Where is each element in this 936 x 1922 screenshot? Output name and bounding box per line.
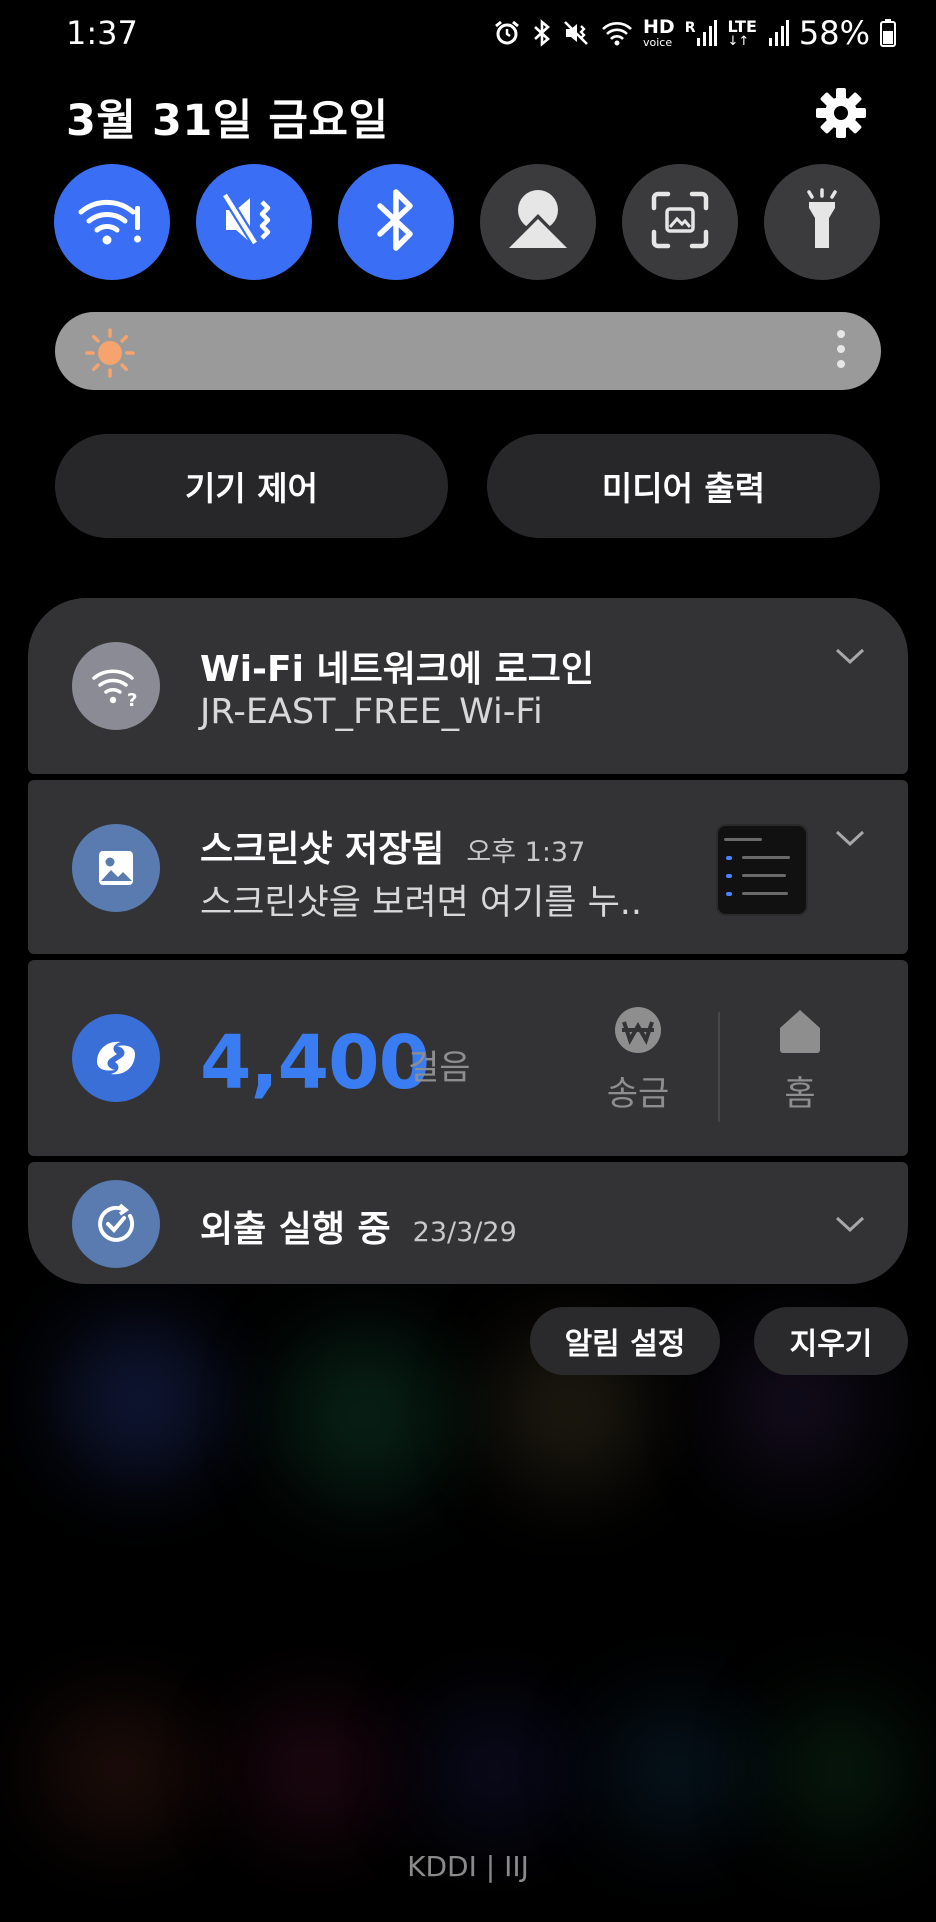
media-output-button[interactable]: 미디어 출력	[487, 434, 880, 538]
status-bar: 1:37 HD voice R LTE ↓↑ R 58%	[0, 0, 936, 70]
sun-icon	[83, 326, 137, 384]
date-label: 3월 31일 금요일	[66, 96, 389, 146]
signal-icon-2: R	[767, 20, 789, 46]
device-control-button[interactable]: 기기 제어	[55, 434, 448, 538]
notification-title-row: 외출 실행 중 23/3/29	[200, 1200, 517, 1252]
wifi-alert-icon	[77, 190, 147, 254]
wifi-question-icon: ?	[72, 642, 160, 730]
notification-time: 오후 1:37	[466, 837, 586, 868]
background-glow	[280, 1330, 450, 1500]
svg-text:?: ?	[127, 690, 137, 708]
flashlight-icon	[797, 188, 847, 256]
quick-settings-tiles	[54, 164, 880, 280]
home-label: 홈	[784, 1074, 816, 1114]
background-glow	[770, 1700, 910, 1840]
routine-icon	[72, 1180, 160, 1268]
data-arrows-icon: ↓↑	[727, 33, 750, 49]
signal-icon: R	[685, 20, 718, 46]
lte-label: LTE ↓↑	[727, 16, 757, 49]
won-icon	[614, 1007, 662, 1058]
wifi-tile[interactable]	[54, 164, 170, 280]
notification-subtitle: 스크린샷을 보려면 여기를 누..	[200, 883, 643, 923]
routine-notification[interactable]: 외출 실행 중 23/3/29	[28, 1162, 908, 1284]
voice-label: voice	[643, 36, 673, 49]
roaming-label: R	[684, 20, 696, 36]
bluetooth-icon	[531, 19, 553, 47]
image-icon	[72, 824, 160, 912]
status-time: 1:37	[66, 14, 138, 52]
background-glow	[600, 1700, 750, 1840]
mute-tile[interactable]	[196, 164, 312, 280]
chevron-down-icon[interactable]	[834, 1214, 866, 1238]
notification-title: Wi-Fi 네트워크에 로그인	[200, 649, 594, 690]
home-icon	[776, 1010, 824, 1058]
background-glow	[60, 1320, 220, 1480]
gear-icon[interactable]	[812, 84, 870, 142]
step-unit: 걸음	[408, 1048, 471, 1088]
alarm-icon	[493, 19, 521, 47]
steps-notification[interactable]: 4,400 걸음 송금 홈	[28, 960, 908, 1156]
lte-text: LTE	[727, 16, 757, 36]
notification-settings-button[interactable]: 알림 설정	[530, 1307, 720, 1375]
notification-time: 23/3/29	[412, 1217, 517, 1248]
wifi-icon	[601, 19, 633, 47]
bluetooth-tile[interactable]	[338, 164, 454, 280]
scan-icon	[650, 190, 710, 254]
screenshot-notification[interactable]: 스크린샷 저장됨 오후 1:37 스크린샷을 보려면 여기를 누..	[28, 780, 908, 954]
brightness-slider[interactable]	[55, 312, 881, 390]
screen-capture-tile[interactable]	[622, 164, 738, 280]
battery-icon	[880, 19, 896, 47]
chevron-down-icon[interactable]	[834, 646, 866, 670]
home-button[interactable]: 홈	[740, 1006, 860, 1115]
notification-title: 외출 실행 중	[200, 1209, 391, 1250]
send-money-label: 송금	[606, 1074, 670, 1114]
action-divider	[718, 1012, 720, 1122]
notification-title-row: 스크린샷 저장됨 오후 1:37	[200, 820, 585, 872]
hd-voice-label: HD voice	[643, 16, 675, 49]
hd-label: HD	[643, 16, 675, 38]
step-count: 4,400	[200, 1020, 430, 1106]
notification-subtitle: JR-EAST_FREE_Wi-Fi	[200, 692, 543, 732]
wifi-login-notification[interactable]: ? Wi-Fi 네트워크에 로그인 JR-EAST_FREE_Wi-Fi	[28, 598, 908, 774]
vibrate-mute-icon	[563, 19, 591, 47]
flashlight-tile[interactable]	[764, 164, 880, 280]
pay-icon	[72, 1014, 160, 1102]
background-glow	[40, 1700, 200, 1840]
mute-vibrate-icon	[221, 190, 286, 254]
background-glow	[240, 1700, 390, 1840]
chevron-down-icon[interactable]	[834, 828, 866, 852]
rotate-icon	[501, 188, 575, 256]
screenshot-thumbnail[interactable]	[716, 824, 808, 916]
more-options-icon[interactable]	[837, 330, 845, 368]
status-icons: HD voice R LTE ↓↑ R 58%	[493, 14, 896, 52]
clear-button[interactable]: 지우기	[754, 1307, 908, 1375]
battery-percent: 58%	[798, 14, 870, 52]
carrier-label: KDDI | IIJ	[407, 1850, 529, 1883]
send-money-button[interactable]: 송금	[578, 1006, 698, 1115]
background-glow	[420, 1700, 570, 1840]
notification-title: 스크린샷 저장됨	[200, 829, 445, 870]
auto-rotate-tile[interactable]	[480, 164, 596, 280]
bluetooth-icon	[374, 188, 418, 256]
